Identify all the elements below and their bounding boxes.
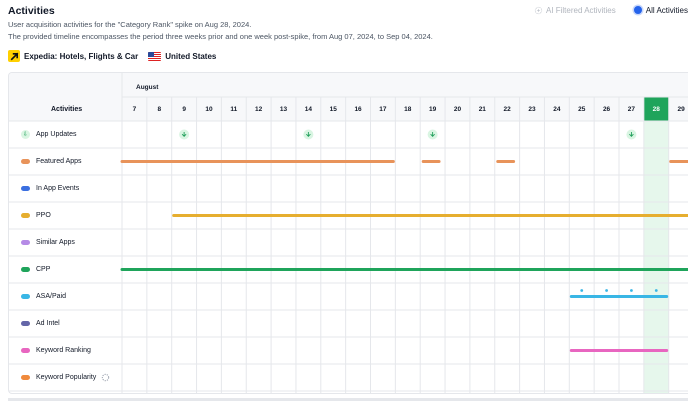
day-header-20[interactable]: 20	[445, 106, 469, 113]
day-header-26[interactable]: 26	[595, 106, 619, 113]
row-keyword-ranking[interactable]: Keyword Ranking	[21, 345, 91, 357]
featured-apps-color-swatch	[21, 159, 30, 164]
cpp-label: CPP	[36, 266, 51, 273]
day-header-12[interactable]: 12	[247, 106, 271, 113]
highlight-column	[643, 121, 669, 393]
ad-intel-label: Ad Intel	[36, 320, 60, 327]
ai-filtered-activities-option[interactable]: AI Filtered Activities	[534, 6, 616, 15]
day-header-18[interactable]: 18	[396, 106, 420, 113]
row-ppo[interactable]: PPO	[21, 210, 51, 222]
day-header-19[interactable]: 19	[421, 106, 445, 113]
all-activities-option[interactable]: All Activities	[633, 5, 688, 15]
expedia-arrow-icon	[8, 50, 20, 62]
horizontal-scrollbar[interactable]	[8, 398, 688, 401]
asa-paid-dot	[654, 289, 658, 292]
keyword-ranking-label: Keyword Ranking	[36, 347, 91, 354]
page-title: Activities	[8, 5, 55, 17]
day-header-22[interactable]: 22	[495, 106, 519, 113]
ppo-label: PPO	[36, 212, 51, 219]
keyword-popularity-label: Keyword Popularity	[36, 374, 97, 381]
row-cpp[interactable]: CPP	[21, 264, 50, 276]
us-flag-icon	[148, 51, 162, 61]
day-header-15[interactable]: 15	[321, 106, 345, 113]
row-ad-intel[interactable]: Ad Intel	[21, 318, 60, 330]
activity-filter-group: AI Filtered Activities All Activities	[516, 4, 688, 16]
country-chip[interactable]: United States	[148, 51, 217, 61]
app-updates-label: App Updates	[36, 131, 77, 138]
asa-paid-dot	[630, 289, 633, 292]
row-app-updates[interactable]: ⇩ App Updates	[21, 129, 76, 141]
day-header-11[interactable]: 11	[222, 106, 246, 113]
ai-filtered-activities-label: AI Filtered Activities	[545, 5, 616, 15]
in-app-events-label: In App Events	[36, 185, 80, 192]
all-activities-label: All Activities	[645, 5, 688, 15]
in-app-events-color-swatch	[21, 186, 30, 191]
row-similar-apps[interactable]: Similar Apps	[21, 237, 75, 249]
ppo-color-swatch	[21, 213, 30, 218]
app-chip[interactable]: Expedia: Hotels, Flights & Car	[8, 50, 138, 62]
row-keyword-popularity[interactable]: Keyword Popularity	[21, 372, 110, 384]
day-header-28[interactable]: 28	[644, 106, 668, 113]
day-header-16[interactable]: 16	[346, 106, 370, 113]
day-header-9[interactable]: 9	[172, 106, 196, 113]
similar-apps-label: Similar Apps	[36, 239, 75, 246]
keyword-ranking-color-swatch	[21, 348, 30, 353]
app-update-icon: ⇩	[21, 130, 30, 139]
description-line-1: User acquisition activities for the "Cat…	[8, 20, 252, 29]
asa-paid-dot	[580, 289, 584, 292]
asa-paid-color-swatch	[21, 294, 30, 299]
day-header-14[interactable]: 14	[296, 106, 320, 113]
timeline-grid	[9, 73, 688, 393]
app-name: Expedia: Hotels, Flights & Car	[24, 51, 139, 61]
activities-timeline-table: Activities August 7 8 9 10 11 12 13 14 15 16 17 18 19 2…	[8, 72, 688, 394]
similar-apps-color-swatch	[21, 240, 30, 245]
day-header-24[interactable]: 24	[545, 106, 569, 113]
keyword-popularity-color-swatch	[21, 375, 30, 380]
day-header-7[interactable]: 7	[122, 106, 146, 113]
country-name: United States	[165, 51, 217, 61]
asa-paid-label: ASA/Paid	[36, 293, 66, 300]
activities-column-header: Activities	[51, 106, 83, 113]
featured-apps-label: Featured Apps	[36, 158, 82, 165]
day-header-13[interactable]: 13	[272, 106, 296, 113]
day-header-27[interactable]: 27	[619, 106, 643, 113]
row-in-app-events[interactable]: In App Events	[21, 183, 79, 195]
ad-intel-color-swatch	[21, 321, 30, 326]
cpp-color-swatch	[21, 267, 30, 272]
day-header-8[interactable]: 8	[147, 106, 171, 113]
radio-selected-icon	[633, 6, 642, 14]
day-header-21[interactable]: 21	[470, 106, 494, 113]
loading-spinner-icon	[102, 373, 110, 382]
day-header-17[interactable]: 17	[371, 106, 395, 113]
day-header-23[interactable]: 23	[520, 106, 544, 113]
description-line-2: The provided timeline encompasses the pe…	[8, 32, 433, 41]
day-header-25[interactable]: 25	[570, 106, 594, 113]
day-header-10[interactable]: 10	[197, 106, 221, 113]
sparkle-icon	[534, 6, 543, 14]
row-asa-paid[interactable]: ASA/Paid	[21, 291, 66, 303]
asa-paid-dot	[605, 289, 608, 292]
month-label: August	[136, 84, 159, 91]
day-header-29[interactable]: 29	[669, 106, 688, 113]
row-featured-apps[interactable]: Featured Apps	[21, 156, 82, 168]
